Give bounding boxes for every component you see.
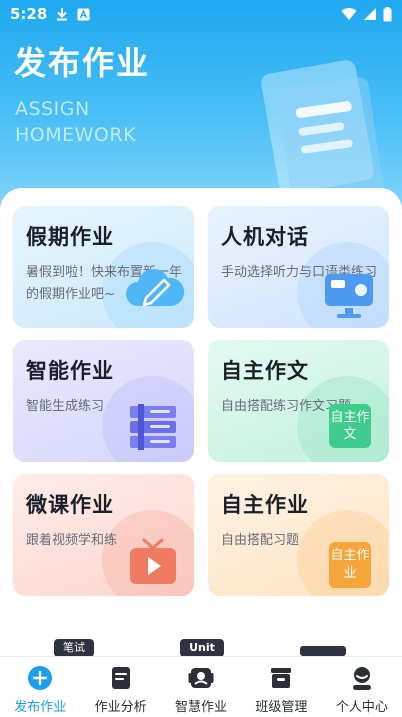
essay-badge-icon: 自主作文 <box>329 404 371 448</box>
card-title: 人机对话 <box>221 225 309 249</box>
tab-label: 班级管理 <box>255 700 308 715</box>
page-title: 发布作业 <box>14 44 151 82</box>
app-notification-icon <box>77 8 90 20</box>
tab-label: 智慧作业 <box>175 700 228 715</box>
homework-badge-icon: 自主作业 <box>329 542 371 588</box>
cloud-pencil-icon <box>126 269 185 307</box>
peek-unit[interactable]: Unit <box>176 630 232 657</box>
peek-written-test[interactable]: 笔试 <box>48 630 104 657</box>
subtitle-line-1: ASSIGN <box>15 98 90 120</box>
hero-banner: 发布作业 ASSIGN HOMEWORK <box>0 0 402 220</box>
card-holiday-homework[interactable]: 假期作业 暑假到啦！快来布置新一年的假期作业吧~ <box>13 206 194 328</box>
status-time: 5:28 <box>10 5 48 23</box>
tab-personal-center[interactable]: 个人中心 <box>322 657 402 717</box>
folder-icon <box>300 646 346 656</box>
tab-label: 个人中心 <box>335 700 388 715</box>
bottom-tab-bar: 发布作业 作业分析 智慧作业 班级管理 个人中心 <box>0 656 402 717</box>
card-title: 智能作业 <box>26 359 114 383</box>
page-subtitle: ASSIGN HOMEWORK <box>15 96 136 148</box>
card-free-homework[interactable]: 自主作业 自由搭配习题 自主作业 <box>208 474 389 596</box>
card-title: 自主作文 <box>221 359 309 383</box>
download-icon <box>57 8 68 21</box>
wifi-icon <box>341 8 357 20</box>
computer-icon <box>325 274 373 318</box>
plus-circle-icon <box>28 666 53 690</box>
tab-assign-homework[interactable]: 发布作业 <box>0 657 80 717</box>
class-box-icon <box>271 668 292 688</box>
signal-icon <box>364 8 376 20</box>
subtitle-line-2: HOMEWORK <box>15 124 137 146</box>
tab-smart-homework[interactable]: 智慧作业 <box>161 657 241 717</box>
tab-class-management[interactable]: 班级管理 <box>241 657 321 717</box>
document-icon <box>111 667 130 689</box>
book-stack-icon <box>130 404 176 450</box>
tv-play-icon <box>130 538 176 584</box>
person-icon <box>352 667 371 690</box>
unit-label: Unit <box>180 639 224 657</box>
card-title: 微课作业 <box>26 493 114 517</box>
tab-label: 发布作业 <box>14 700 67 715</box>
written-test-label: 笔试 <box>54 639 94 657</box>
tab-label: 作业分析 <box>94 700 147 715</box>
tab-homework-analysis[interactable]: 作业分析 <box>80 657 160 717</box>
card-free-essay[interactable]: 自主作文 自由搭配练习作文习题 自主作文 <box>208 340 389 462</box>
status-bar: 5:28 <box>0 0 402 28</box>
smart-book-icon <box>188 668 214 688</box>
card-title: 自主作业 <box>221 493 309 517</box>
battery-icon <box>383 6 392 21</box>
peek-third-item[interactable] <box>296 630 352 656</box>
card-micro-lesson[interactable]: 微课作业 跟着视频学和练 <box>13 474 194 596</box>
card-title: 假期作业 <box>26 225 114 249</box>
card-human-machine-dialog[interactable]: 人机对话 手动选择听力与口语类练习 <box>208 206 389 328</box>
card-smart-homework[interactable]: 智能作业 智能生成练习 <box>13 340 194 462</box>
